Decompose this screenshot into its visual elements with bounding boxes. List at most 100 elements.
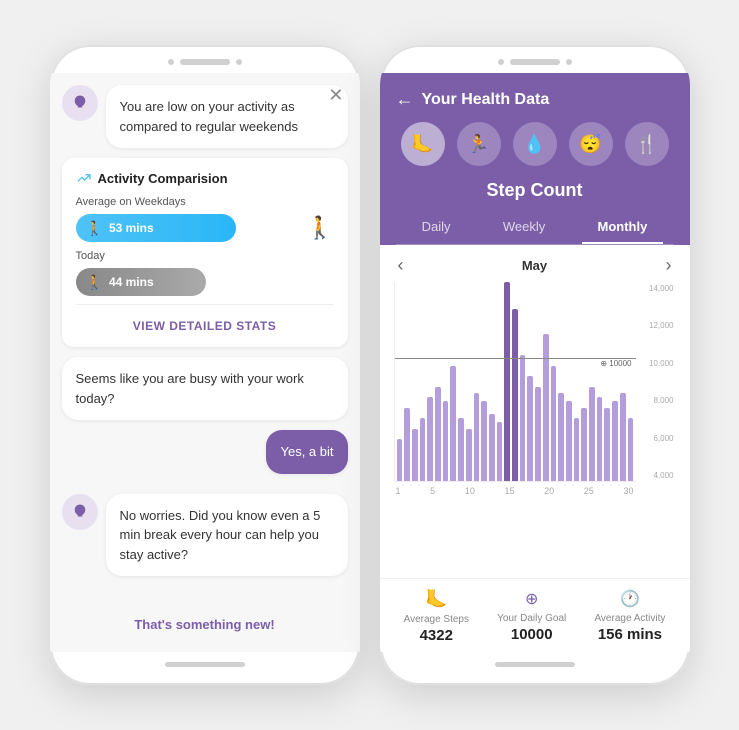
chart-x-labels: 1 5 10 15 20 25 30 (394, 482, 636, 496)
icon-sleep[interactable]: 😴 (569, 122, 613, 166)
y-label-4k: 4,000 (649, 471, 673, 480)
left-phone-bottom (50, 652, 360, 685)
right-phone-content: ← Your Health Data 🦶 🏃 💧 😴 🍴 Step Count … (380, 73, 690, 652)
goal-line: ⊕ 10000 (395, 358, 636, 368)
y-label-6k: 6,000 (649, 434, 673, 443)
health-title: Your Health Data (422, 91, 550, 109)
chart-bar-18 (535, 387, 541, 481)
chart-bar-23 (574, 418, 580, 481)
icon-water[interactable]: 💧 (513, 122, 557, 166)
today-label: Today (76, 250, 334, 262)
stat-activity-value: 156 mins (598, 626, 662, 643)
tab-monthly[interactable]: Monthly (582, 211, 664, 244)
chart-bar-3 (420, 418, 426, 481)
stat-activity-icon: 🕐 (620, 589, 640, 609)
chart-bars (395, 282, 636, 481)
next-month-button[interactable]: › (661, 255, 675, 276)
right-phone-top-bar (380, 45, 690, 73)
back-button[interactable]: ← (396, 89, 414, 110)
chart-section: ‹ May › ⊕ 10000 14,000 12 (380, 245, 690, 578)
chart-bar-12 (489, 414, 495, 481)
user-message: Yes, a bit (266, 430, 347, 474)
chart-bar-10 (474, 393, 480, 481)
weekday-bar-row: 🚶 53 mins 🚶 (76, 214, 334, 242)
chart-bar-4 (427, 397, 433, 481)
x-label-20: 20 (544, 486, 554, 496)
stat-goal-value: 10000 (511, 626, 553, 643)
icon-steps[interactable]: 🦶 (401, 122, 445, 166)
x-label-5: 5 (430, 486, 435, 496)
chart-bar-11 (481, 401, 487, 481)
chart-bar-25 (589, 387, 595, 481)
weekday-bar: 🚶 53 mins (76, 214, 236, 242)
bot-message-1: You are low on your activity as compared… (106, 85, 348, 148)
health-icons-row: 🦶 🏃 💧 😴 🍴 (396, 122, 674, 166)
bot-message-3-row: No worries. Did you know even a 5 min br… (62, 494, 348, 577)
stat-steps-value: 4322 (420, 627, 453, 644)
stats-row: 🦶 Average Steps 4322 ⊕ Your Daily Goal 1… (380, 578, 690, 652)
icon-food[interactable]: 🍴 (625, 122, 669, 166)
chart-bar-7 (450, 366, 456, 481)
health-header: ← Your Health Data 🦶 🏃 💧 😴 🍴 Step Count … (380, 73, 690, 245)
chart-month: May (522, 258, 547, 273)
step-count-title: Step Count (396, 180, 674, 201)
bot-message-3: No worries. Did you know even a 5 min br… (106, 494, 348, 577)
tab-weekly[interactable]: Weekly (487, 211, 561, 244)
icon-run[interactable]: 🏃 (457, 122, 501, 166)
stat-goal-label: Your Daily Goal (497, 613, 566, 624)
tabs-row: Daily Weekly Monthly (396, 211, 674, 245)
x-label-10: 10 (465, 486, 475, 496)
phone-dot-2 (236, 59, 242, 65)
chart-bar-28 (612, 401, 618, 481)
y-label-8k: 8,000 (649, 396, 673, 405)
y-label-10k: 10,000 (649, 359, 673, 368)
chart-bar-17 (527, 376, 533, 481)
stat-goal-icon: ⊕ (525, 589, 538, 609)
right-phone-bottom (380, 652, 690, 685)
chart-area: ⊕ 10000 (394, 282, 636, 482)
chart-bar-16 (520, 355, 526, 481)
chart-bar-20 (551, 366, 557, 481)
left-phone: ✕ You are low on your activity as compar… (50, 45, 360, 685)
chart-bar-29 (620, 393, 626, 481)
divider (76, 304, 334, 305)
home-indicator (165, 662, 245, 667)
view-stats-button[interactable]: VIEW DETAILED STATS (76, 311, 334, 335)
chart-nav-row: ‹ May › (394, 255, 676, 276)
close-button[interactable]: ✕ (328, 85, 343, 106)
y-label-12k: 12,000 (649, 321, 673, 330)
chart-bar-15 (512, 309, 518, 481)
activity-card-title: Activity Comparision (76, 170, 334, 186)
phones-container: ✕ You are low on your activity as compar… (30, 25, 710, 705)
goal-label: ⊕ 10000 (598, 359, 633, 368)
tab-daily[interactable]: Daily (406, 211, 467, 244)
bot-message-2: Seems like you are busy with your work t… (62, 357, 348, 420)
chart-bar-27 (604, 408, 610, 481)
today-bar: 🚶 44 mins (76, 268, 206, 296)
chart-bar-8 (458, 418, 464, 481)
phone-dot-4 (566, 59, 572, 65)
chart-bar-30 (628, 418, 634, 481)
stat-daily-goal: ⊕ Your Daily Goal 10000 (497, 589, 566, 644)
chart-bar-21 (558, 393, 564, 481)
left-phone-top-bar (50, 45, 360, 73)
x-label-25: 25 (584, 486, 594, 496)
stat-activity-label: Average Activity (594, 613, 665, 624)
stat-steps-label: Average Steps (404, 614, 469, 625)
weekday-label: Average on Weekdays (76, 196, 334, 208)
left-phone-content: ✕ You are low on your activity as compar… (50, 73, 360, 652)
home-indicator-2 (495, 662, 575, 667)
chart-bar-2 (412, 429, 418, 481)
bot-avatar (62, 85, 98, 121)
chart-bar-5 (435, 387, 441, 481)
prev-month-button[interactable]: ‹ (394, 255, 408, 276)
activity-card: Activity Comparision Average on Weekdays… (62, 158, 348, 347)
today-bar-row: 🚶 44 mins (76, 268, 334, 296)
chart-bar-22 (566, 401, 572, 481)
chart-bar-14 (504, 282, 510, 481)
footer-link[interactable]: That's something new! (62, 609, 348, 640)
chart-wrapper: ⊕ 10000 14,000 12,000 10,000 8,000 6,000… (394, 282, 636, 482)
phone-speaker (180, 59, 230, 65)
stat-steps-icon: 🦶 (425, 589, 447, 610)
chart-bar-24 (581, 408, 587, 481)
